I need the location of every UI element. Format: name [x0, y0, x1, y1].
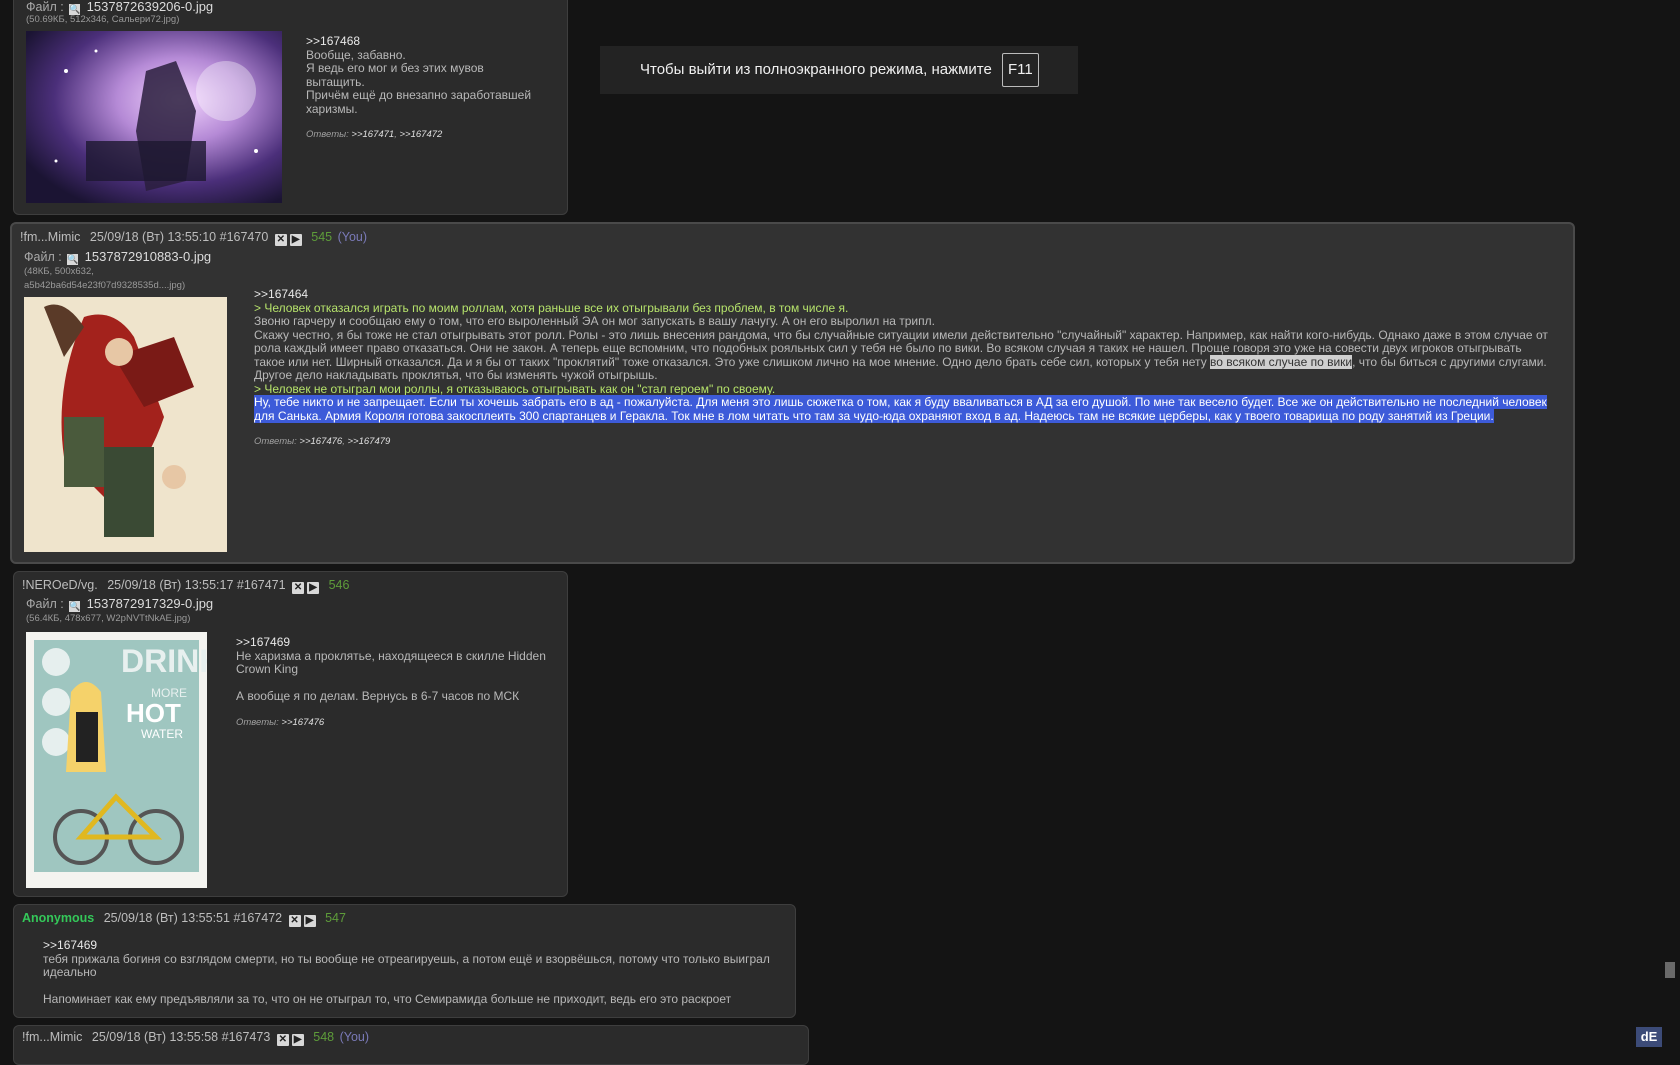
post-167472: Anonymous 25/09/18 (Вт) 13:55:51 #167472… — [13, 904, 796, 1018]
hide-icon[interactable]: ✕ — [288, 915, 301, 927]
post-paragraph: Звоню гарчеру и сообщаю ему о том, что е… — [254, 314, 935, 328]
file-line: Файл : 🔍 1537872917329-0.jpg — [26, 596, 214, 612]
corner-logo[interactable]: dE — [1636, 1027, 1662, 1047]
play-icon[interactable]: ▶ — [307, 582, 320, 594]
post-line: А вообще я по делам. Вернусь в 6-7 часов… — [236, 689, 520, 703]
post-167473: !fm...Mimic 25/09/18 (Вт) 13:55:58 #1674… — [13, 1025, 809, 1065]
post-167470: !fm...Mimic 25/09/18 (Вт) 13:55:10 #1674… — [10, 222, 1575, 564]
post-body: >>167469 тебя прижала богиня со взглядом… — [43, 938, 788, 1007]
svg-text:WATER: WATER — [141, 727, 183, 741]
file-link[interactable]: 1537872639206-0.jpg — [87, 0, 214, 14]
post-line: Напоминает как ему предъявляли за то, чт… — [43, 992, 732, 1006]
reply-link[interactable]: >>167464 — [254, 287, 1549, 302]
post-body: >>167468 Вообще, забавно. Я ведь его мог… — [306, 34, 556, 142]
post-line: идеально — [43, 965, 97, 979]
post-thumbnail[interactable] — [26, 31, 282, 203]
post-paragraph: Скажу честно, я бы тоже не стал отыгрыва… — [254, 327, 1548, 382]
post-date: 25/09/18 (Вт) 13:55:10 — [89, 230, 217, 244]
reply-link[interactable]: >>167476 — [299, 436, 342, 447]
quote-line: > Человек не отыграл мои роллы, я отказы… — [254, 381, 776, 396]
post-line: тебя прижала богиня со взглядом смерти, … — [43, 951, 770, 966]
post-id[interactable]: #167471 — [237, 578, 286, 592]
poster-name: Anonymous — [22, 911, 95, 925]
quote-line: > Человек отказался играть по моим ролла… — [254, 300, 849, 315]
scrollbar-thumb[interactable] — [1665, 962, 1675, 978]
reply-link[interactable]: >>167479 — [348, 436, 391, 447]
magnify-icon[interactable]: 🔍 — [69, 601, 80, 612]
svg-text:HOT: HOT — [126, 698, 181, 728]
post-date: 25/09/18 (Вт) 13:55:51 — [103, 911, 230, 925]
post-header: !fm...Mimic 25/09/18 (Вт) 13:55:58 #1674… — [22, 1030, 369, 1046]
file-link[interactable]: 1537872910883-0.jpg — [85, 249, 212, 264]
post-date: 25/09/18 (Вт) 13:55:17 — [107, 578, 234, 592]
play-icon[interactable]: ▶ — [289, 234, 302, 246]
hide-icon[interactable]: ✕ — [292, 582, 305, 594]
post-line: Я ведь его мог и без этих мувов — [306, 61, 484, 75]
post-id[interactable]: #167470 — [220, 230, 269, 244]
magnify-icon[interactable]: 🔍 — [67, 254, 78, 265]
file-meta: (48КБ, 500x632, a5b42ba6d54e23f07d932853… — [24, 266, 186, 291]
post-number: 545 — [311, 230, 333, 244]
reply-link[interactable]: >>167469 — [43, 938, 788, 953]
poster-name: !fm...Mimic — [22, 1030, 83, 1044]
post-line: Не харизма а проклятье, находящееся в ск… — [236, 648, 546, 663]
post-number: 548 — [313, 1030, 335, 1044]
svg-text:DRINK: DRINK — [121, 643, 207, 679]
reply-link[interactable]: >>167469 — [236, 635, 556, 650]
play-icon[interactable]: ▶ — [303, 915, 316, 927]
post-header: !fm...Mimic 25/09/18 (Вт) 13:55:10 #1674… — [20, 230, 367, 246]
post-line: Причём ещё до внезапно заработавшей — [306, 88, 532, 102]
post-date: 25/09/18 (Вт) 13:55:58 — [91, 1030, 219, 1044]
replies-line: Ответы: >>167476 — [236, 716, 325, 728]
hide-icon[interactable]: ✕ — [276, 1034, 289, 1046]
poster-name: !fm...Mimic — [20, 230, 81, 244]
selected-paragraph: Ну, тебе никто и не запрещает. Если ты х… — [254, 395, 1547, 423]
play-icon[interactable]: ▶ — [291, 1034, 304, 1046]
replies-line: Ответы: >>167471, >>167472 — [306, 129, 443, 140]
you-badge: (You) — [337, 230, 368, 244]
reply-link[interactable]: >>167476 — [281, 717, 324, 728]
post-header: Anonymous 25/09/18 (Вт) 13:55:51 #167472… — [22, 911, 346, 927]
post-line: Вообще, забавно. — [306, 47, 406, 62]
post-number: 546 — [328, 578, 350, 592]
file-line: Файл : 🔍 1537872910883-0.jpg — [24, 249, 212, 265]
post-thumbnail[interactable] — [24, 297, 227, 552]
poster-name: !NEROeD/vg. — [22, 578, 98, 592]
reply-link[interactable]: >>167471 — [351, 129, 394, 140]
post-id[interactable]: #167472 — [233, 911, 282, 925]
file-meta: (56.4КБ, 478x677, W2pNVTtNkAE.jpg) — [26, 613, 191, 624]
post-line: вытащить. — [306, 74, 365, 89]
f11-key: F11 — [1002, 53, 1039, 88]
post-header: !NEROeD/vg. 25/09/18 (Вт) 13:55:17 #1674… — [22, 578, 349, 594]
post-body: >>167464 > Человек отказался играть по м… — [254, 287, 1549, 449]
highlighted-text: во всяком случае по вики — [1210, 354, 1353, 369]
you-badge: (You) — [339, 1030, 370, 1044]
post-id[interactable]: #167473 — [222, 1030, 271, 1044]
reply-link[interactable]: >>167468 — [306, 34, 556, 49]
post-line: харизмы. — [306, 101, 358, 116]
replies-line: Ответы: >>167476, >>167479 — [254, 436, 391, 447]
post-number: 547 — [325, 911, 346, 925]
reply-link[interactable]: >>167472 — [400, 129, 443, 140]
file-meta: (50.69КБ, 512x346, Сальери72.jpg) — [26, 14, 180, 25]
post-167468-reply: Файл : 🔍 1537872639206-0.jpg (50.69КБ, 5… — [13, 0, 568, 215]
post-167471: !NEROeD/vg. 25/09/18 (Вт) 13:55:17 #1674… — [13, 571, 568, 897]
post-line: Crown King — [236, 662, 299, 676]
post-body: >>167469 Не харизма а проклятье, находящ… — [236, 635, 556, 729]
post-thumbnail[interactable]: DRINK MORE HOT WATER — [26, 632, 207, 888]
hide-icon[interactable]: ✕ — [274, 234, 287, 246]
fullscreen-exit-banner: Чтобы выйти из полноэкранного режима, на… — [600, 46, 1078, 94]
file-link[interactable]: 1537872917329-0.jpg — [87, 596, 214, 611]
